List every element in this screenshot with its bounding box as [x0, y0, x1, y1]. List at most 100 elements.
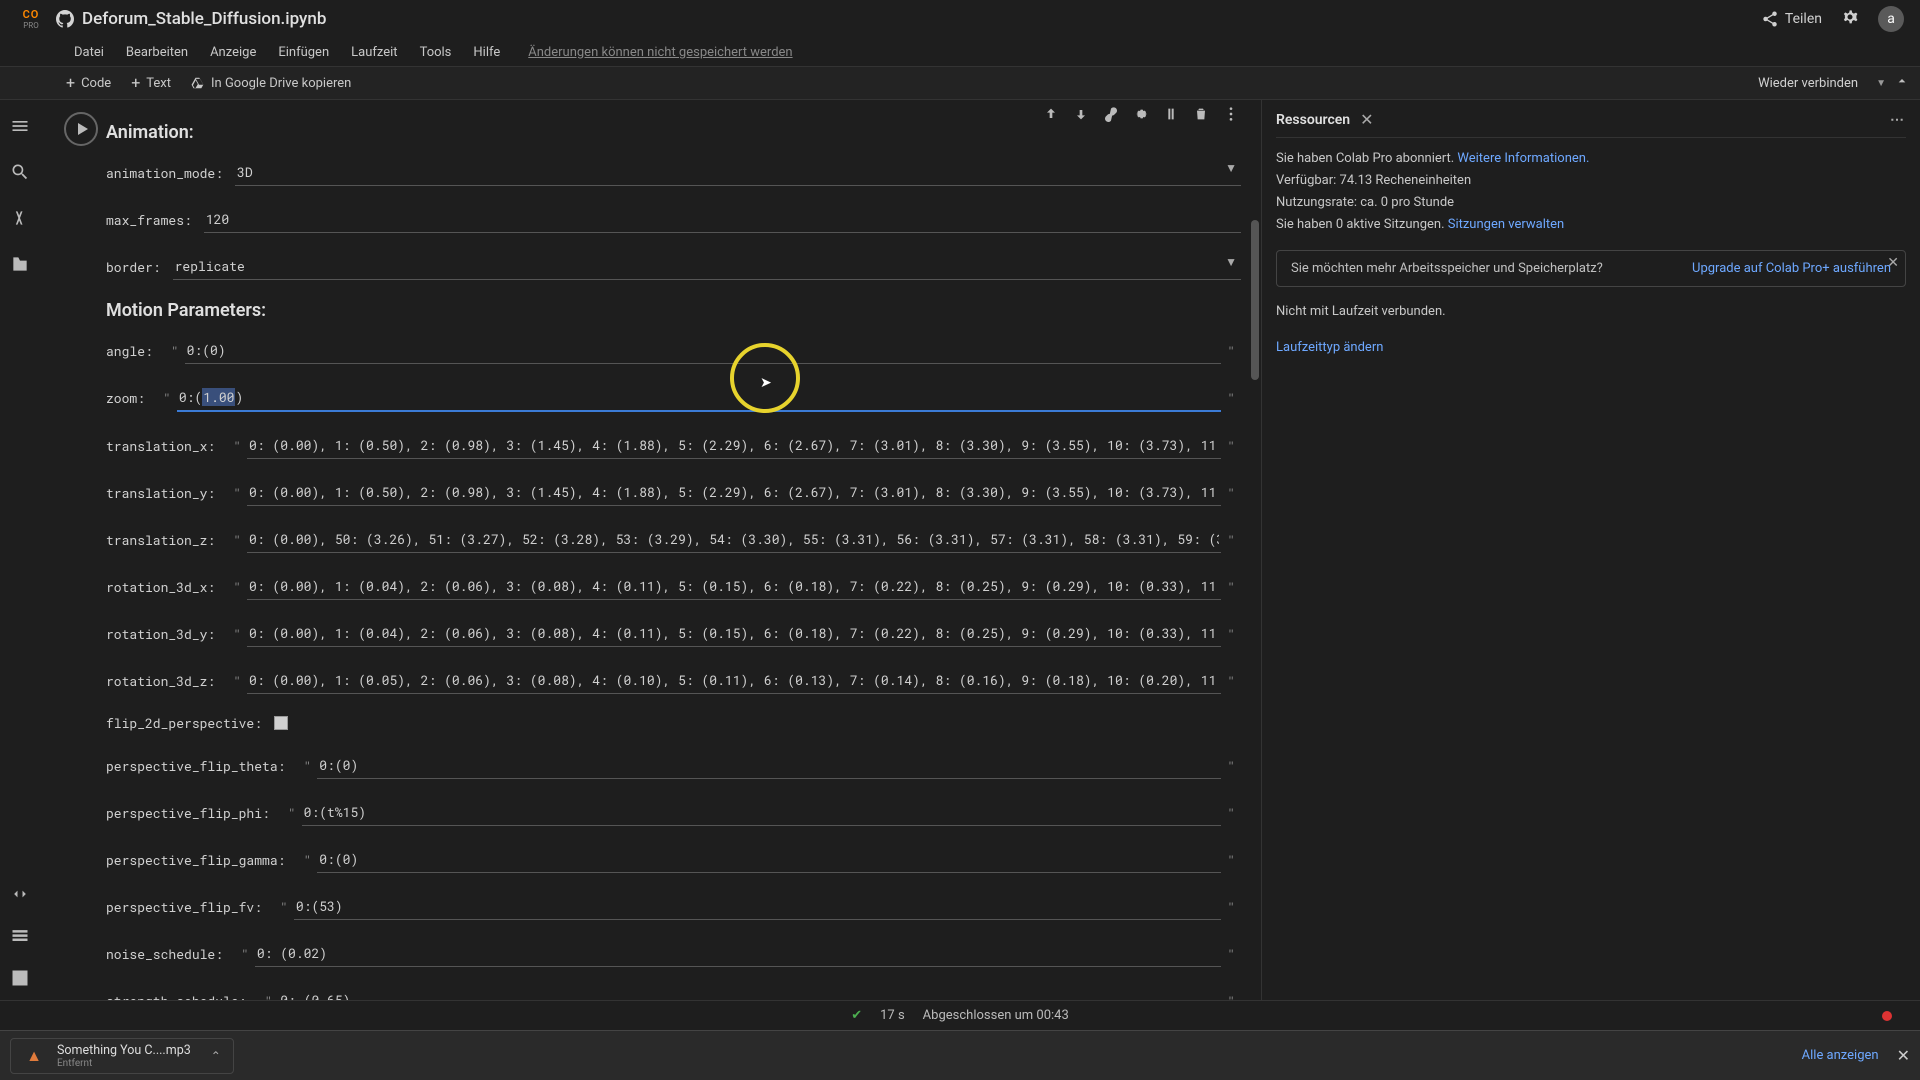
open-quote: " [288, 804, 296, 822]
reconnect-button[interactable]: Wieder verbinden [1748, 72, 1868, 95]
input-rotation-3d-z[interactable] [247, 667, 1221, 694]
row-perspective-flip-theta: perspective_flip_theta: " " [106, 752, 1241, 779]
move-up-icon[interactable] [1043, 106, 1059, 122]
share-button[interactable]: Teilen [1761, 10, 1822, 28]
input-perspective-flip-fv[interactable] [294, 893, 1221, 920]
input-border[interactable] [173, 253, 1241, 280]
close-shelf-button[interactable]: ✕ [1897, 1046, 1910, 1065]
menu-einfuegen[interactable]: Einfügen [268, 41, 339, 64]
close-quote: " [1227, 898, 1235, 916]
input-translation-x[interactable] [247, 432, 1221, 459]
copy-to-drive-button[interactable]: In Google Drive kopieren [181, 72, 361, 95]
menu-hilfe[interactable]: Hilfe [463, 41, 510, 64]
input-zoom[interactable]: 0:(1.00) [177, 384, 1221, 412]
label-flip-2d-perspective: flip_2d_perspective: [106, 714, 262, 732]
share-icon [1761, 10, 1779, 28]
add-code-button[interactable]: +Code [56, 72, 121, 95]
label-angle: angle: [106, 342, 153, 360]
menu-datei[interactable]: Datei [64, 41, 114, 64]
reconnect-dropdown[interactable]: ▼ [1876, 78, 1886, 89]
input-angle[interactable] [185, 337, 1222, 364]
input-noise-schedule[interactable] [255, 940, 1221, 967]
label-perspective-flip-phi: perspective_flip_phi: [106, 804, 270, 822]
terminal-icon[interactable] [10, 968, 30, 988]
logo-pro-text: PRO [23, 21, 38, 30]
user-avatar[interactable]: a [1878, 6, 1904, 32]
share-label: Teilen [1785, 11, 1822, 27]
mirror-icon[interactable] [1163, 106, 1179, 122]
files-icon[interactable] [10, 254, 30, 274]
input-translation-z[interactable] [247, 526, 1221, 553]
input-perspective-flip-phi[interactable] [302, 799, 1222, 826]
toc-icon[interactable] [10, 116, 30, 136]
input-rotation-3d-y[interactable] [247, 620, 1221, 647]
input-max-frames[interactable] [204, 206, 1241, 233]
close-quote: " [1227, 578, 1235, 596]
res-line4-text: Sie haben 0 aktive Sitzungen. [1276, 217, 1448, 232]
label-rotation-3d-x: rotation_3d_x: [106, 578, 215, 596]
input-strength-schedule[interactable] [278, 987, 1221, 1000]
link-icon[interactable] [1103, 106, 1119, 122]
row-strength-schedule: strength_schedule: " " [106, 987, 1241, 1000]
add-text-button[interactable]: +Text [121, 72, 181, 95]
resources-more-button[interactable]: ⋯ [1890, 112, 1906, 128]
upgrade-callout: Sie möchten mehr Arbeitsspeicher und Spe… [1276, 250, 1906, 287]
open-quote: " [303, 757, 311, 775]
upgrade-close-button[interactable]: ✕ [1887, 255, 1899, 271]
settings-button[interactable] [1840, 7, 1860, 31]
unsaved-warning[interactable]: Änderungen können nicht gespeichert werd… [518, 41, 802, 64]
more-icon[interactable] [1223, 106, 1239, 122]
input-perspective-flip-gamma[interactable] [317, 846, 1221, 873]
checkbox-flip-2d-perspective[interactable] [274, 716, 288, 730]
resources-close-button[interactable]: ✕ [1360, 110, 1373, 129]
label-perspective-flip-theta: perspective_flip_theta: [106, 757, 285, 775]
close-quote: " [1227, 625, 1235, 643]
cell-settings-icon[interactable] [1133, 106, 1149, 122]
input-perspective-flip-theta[interactable] [317, 752, 1221, 779]
document-title[interactable]: Deforum_Stable_Diffusion.ipynb [82, 9, 326, 29]
label-translation-y: translation_y: [106, 484, 215, 502]
input-rotation-3d-x[interactable] [247, 573, 1221, 600]
download-caret[interactable]: ⌃ [211, 1049, 221, 1063]
search-icon[interactable] [10, 162, 30, 182]
show-all-downloads[interactable]: Alle anzeigen [1802, 1048, 1879, 1063]
row-max-frames: max_frames: [106, 206, 1241, 233]
label-border: border: [106, 258, 161, 276]
zoom-selection: 1.00 [202, 388, 235, 406]
input-translation-y[interactable] [247, 479, 1221, 506]
delete-icon[interactable] [1193, 106, 1209, 122]
close-quote: " [1227, 945, 1235, 963]
upgrade-link[interactable]: Upgrade auf Colab Pro+ ausführen [1692, 261, 1891, 276]
change-runtime-link[interactable]: Laufzeittyp ändern [1276, 340, 1383, 355]
github-icon [56, 10, 74, 28]
run-cell-button[interactable] [64, 112, 98, 146]
menu-tools[interactable]: Tools [410, 41, 462, 64]
status-done: Abgeschlossen um 00:43 [923, 1008, 1069, 1023]
variables-icon[interactable] [10, 208, 30, 228]
runtime-status-block: Nicht mit Laufzeit verbunden. Laufzeitty… [1276, 301, 1906, 359]
open-quote: " [233, 625, 241, 643]
download-sub: Entfernt [57, 1058, 191, 1069]
manage-sessions-link[interactable]: Sitzungen verwalten [1448, 217, 1564, 232]
code-snippets-icon[interactable] [10, 884, 30, 904]
row-perspective-flip-fv: perspective_flip_fv: " " [106, 893, 1241, 920]
cell-toolbar [1043, 106, 1239, 122]
toggle-header-button[interactable] [1894, 73, 1910, 93]
command-palette-icon[interactable] [10, 926, 30, 946]
open-quote: " [233, 437, 241, 455]
row-rotation-3d-x: rotation_3d_x: " " [106, 573, 1241, 600]
disconnected-text: Nicht mit Laufzeit verbunden. [1276, 301, 1906, 323]
input-animation-mode[interactable] [235, 159, 1241, 186]
move-down-icon[interactable] [1073, 106, 1089, 122]
drive-icon [191, 76, 205, 90]
download-item[interactable]: ▲ Something You C....mp3 Entfernt ⌃ [10, 1038, 234, 1074]
menu-bearbeiten[interactable]: Bearbeiten [116, 41, 198, 64]
menu-laufzeit[interactable]: Laufzeit [341, 41, 407, 64]
close-quote: " [1227, 389, 1235, 407]
status-bar: ✔ 17 s Abgeschlossen um 00:43 [0, 1000, 1920, 1030]
add-code-label: Code [81, 76, 111, 91]
menu-anzeige[interactable]: Anzeige [200, 41, 266, 64]
res-line3: Nutzungsrate: ca. 0 pro Stunde [1276, 192, 1906, 214]
resources-panel: Ressourcen ✕ ⋯ Sie haben Colab Pro abonn… [1262, 100, 1920, 1000]
more-info-link[interactable]: Weitere Informationen. [1457, 151, 1589, 166]
